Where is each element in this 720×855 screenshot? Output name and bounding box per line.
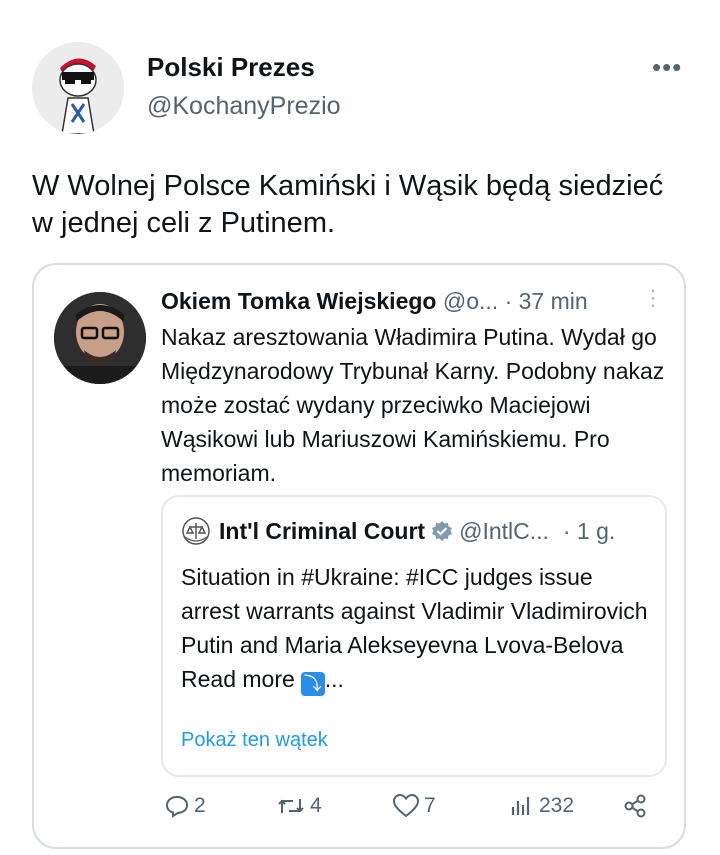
arrow-down-emoji-icon: ⤵ <box>300 672 325 696</box>
analytics-icon <box>511 797 530 815</box>
quoted-author-avatar[interactable] <box>54 292 146 384</box>
author-handle[interactable]: @KochanyPrezio <box>147 92 341 121</box>
share-icon <box>624 794 646 818</box>
reply-icon <box>165 795 189 818</box>
nested-post-body: Situation in #Ukraine: #ICC judges issue… <box>181 560 651 696</box>
share-button[interactable] <box>622 793 652 819</box>
like-count: 7 <box>424 794 436 817</box>
repost-icon <box>278 799 304 813</box>
author-name[interactable]: Polski Prezes <box>147 52 315 83</box>
quoted-author-handle[interactable]: @o... <box>443 288 498 314</box>
read-more-ellipsis: ... <box>324 666 344 692</box>
nested-quoted-post-card[interactable]: Int'l Criminal Court @IntlC... · 1 g. Si… <box>161 495 667 777</box>
reply-button[interactable]: 2 <box>164 793 206 819</box>
quoted-post-text: Nakaz aresztowania Władimira Putina. Wyd… <box>161 324 665 486</box>
nested-post-header: Int'l Criminal Court @IntlC... · 1 g. <box>181 517 615 545</box>
quoted-author-name[interactable]: Okiem Tomka Wiejskiego <box>161 288 436 314</box>
nested-post-time[interactable]: · 1 g. <box>563 518 615 545</box>
author-avatar[interactable] <box>32 42 124 134</box>
quoted-post-header: Okiem Tomka Wiejskiego @o... · 37 min <box>161 288 588 315</box>
nested-post-text: Situation in #Ukraine: #ICC judges issue… <box>181 564 648 658</box>
nested-author-handle[interactable]: @IntlC... <box>459 518 549 545</box>
repost-button[interactable]: 4 <box>276 793 322 819</box>
views-button[interactable]: 232 <box>509 793 574 819</box>
quoted-post-card[interactable]: Okiem Tomka Wiejskiego @o... · 37 min ⋮ … <box>32 263 686 849</box>
read-more-label: Read more <box>181 666 295 692</box>
more-horizontal-icon[interactable]: ••• <box>652 52 682 83</box>
quoted-post-time[interactable]: · 37 min <box>505 288 588 314</box>
post-actions-bar: 2 4 7 232 <box>164 793 654 825</box>
show-thread-link[interactable]: Pokaż ten wątek <box>181 729 328 752</box>
reply-count: 2 <box>194 794 206 817</box>
icc-logo-icon <box>182 517 210 545</box>
nested-author-name[interactable]: Int'l Criminal Court <box>219 518 425 545</box>
verified-badge-icon <box>432 521 453 541</box>
like-button[interactable]: 7 <box>392 793 436 819</box>
more-vertical-icon[interactable]: ⋮ <box>642 285 664 311</box>
repost-count: 4 <box>310 794 322 817</box>
heart-icon <box>392 793 420 818</box>
post-text: W Wolnej Polsce Kamiński i Wąsik będą si… <box>32 170 664 239</box>
views-count: 232 <box>539 794 575 817</box>
